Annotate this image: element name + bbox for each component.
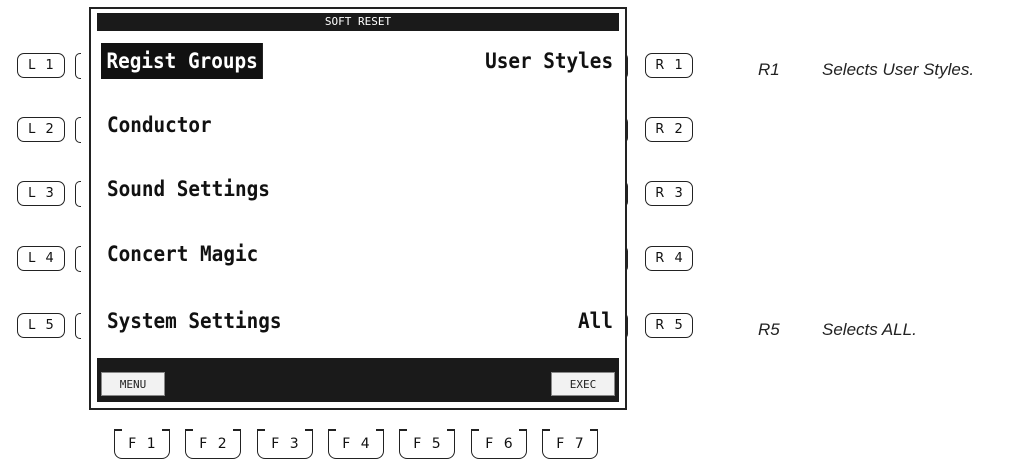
button-l1[interactable]: L 1 (17, 53, 65, 78)
bracket-left-3 (75, 181, 81, 207)
bracket-left-5 (75, 313, 81, 339)
exec-button[interactable]: EXEC (551, 372, 615, 396)
button-r4[interactable]: R 4 (645, 246, 693, 271)
bracket-left-4 (75, 246, 81, 272)
button-l4[interactable]: L 4 (17, 246, 65, 271)
menu-item-user-styles[interactable]: User Styles (485, 43, 613, 79)
menu-item-regist-groups[interactable]: Regist Groups (101, 43, 264, 79)
menu-item-sound-settings[interactable]: Sound Settings (107, 171, 270, 207)
button-f1[interactable]: F 1 (114, 429, 170, 459)
button-r2[interactable]: R 2 (645, 117, 693, 142)
menu-button[interactable]: MENU (101, 372, 165, 396)
annotation-r5-text: Selects ALL. (822, 320, 917, 339)
menu-item-concert-magic[interactable]: Concert Magic (107, 236, 258, 272)
menu-item-system-settings[interactable]: System Settings (107, 303, 281, 339)
annotation-r5-key: R5 (758, 320, 780, 339)
bracket-left-1 (75, 53, 81, 79)
button-f2[interactable]: F 2 (185, 429, 241, 459)
button-f5[interactable]: F 5 (399, 429, 455, 459)
lcd-screen: SOFT RESET Regist Groups Conductor Sound… (89, 7, 627, 410)
menu-item-conductor[interactable]: Conductor (107, 107, 212, 143)
screen-title: SOFT RESET (97, 13, 619, 31)
button-l5[interactable]: L 5 (17, 313, 65, 338)
button-f3[interactable]: F 3 (257, 429, 313, 459)
button-l2[interactable]: L 2 (17, 117, 65, 142)
screen-footer: MENU EXEC (97, 358, 619, 402)
menu-item-all[interactable]: All (578, 303, 613, 339)
button-r1[interactable]: R 1 (645, 53, 693, 78)
button-f7[interactable]: F 7 (542, 429, 598, 459)
annotation-r1-text: Selects User Styles. (822, 60, 975, 79)
button-r3[interactable]: R 3 (645, 181, 693, 206)
bracket-left-2 (75, 117, 81, 143)
button-r5[interactable]: R 5 (645, 313, 693, 338)
button-f6[interactable]: F 6 (471, 429, 527, 459)
button-f4[interactable]: F 4 (328, 429, 384, 459)
button-l3[interactable]: L 3 (17, 181, 65, 206)
annotation-r1-key: R1 (758, 60, 780, 79)
